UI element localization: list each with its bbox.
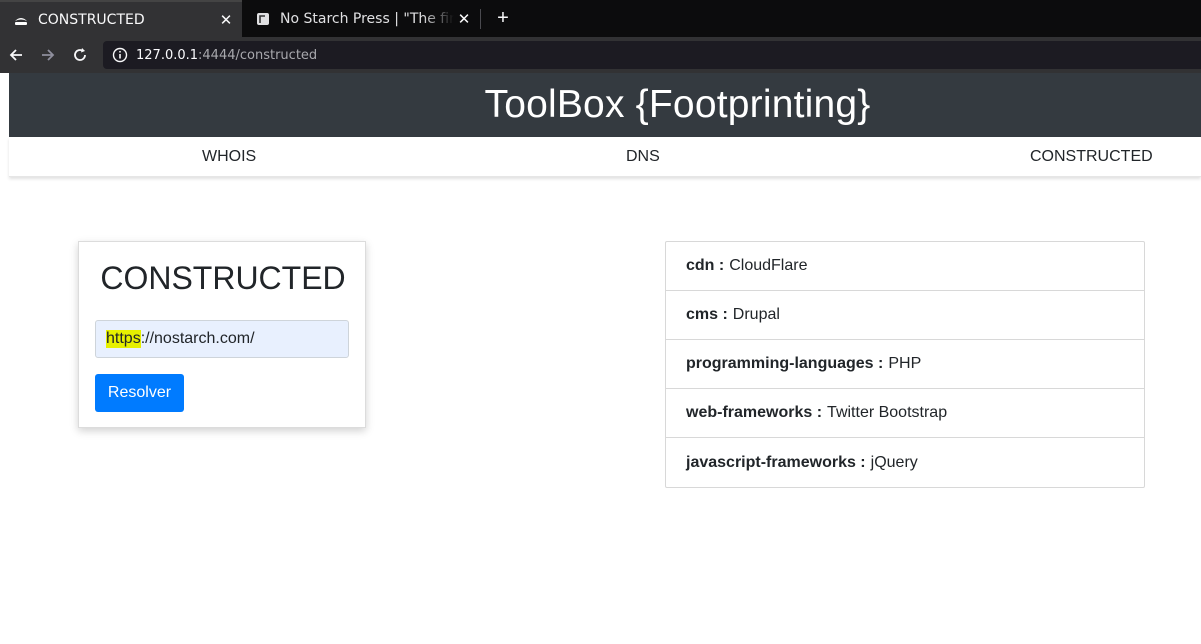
- browser-nav-bar: 127.0.0.1:4444/constructed: [0, 37, 1201, 73]
- page-content: ToolBox {Footprinting} WHOIS DNS CONSTRU…: [0, 73, 1201, 644]
- url-text: 127.0.0.1:4444/constructed: [136, 48, 317, 63]
- result-key: javascript-frameworks :: [686, 453, 866, 471]
- card-title: CONSTRUCTED: [100, 260, 346, 296]
- new-tab-plus-icon[interactable]: +: [492, 7, 514, 29]
- list-item: programming-languages : PHP: [666, 340, 1144, 389]
- result-value: Drupal: [732, 306, 780, 323]
- menu-item-whois[interactable]: WHOIS: [202, 148, 256, 166]
- tab-separator: [480, 9, 481, 29]
- input-text: ://nostarch.com/: [140, 330, 255, 347]
- result-key: programming-languages :: [686, 355, 884, 372]
- list-item: cdn : CloudFlare: [666, 242, 1144, 291]
- reload-icon[interactable]: [69, 44, 91, 66]
- result-key: cms :: [686, 306, 728, 323]
- site-info-icon[interactable]: [112, 47, 128, 63]
- tab-title: No Starch Press | "The finest in geek en…: [280, 10, 454, 27]
- address-bar[interactable]: 127.0.0.1:4444/constructed: [103, 41, 1201, 69]
- url-host: 127.0.0.1: [136, 47, 199, 63]
- close-tab-icon[interactable]: ✕: [454, 10, 474, 28]
- site-favicon-icon: [14, 13, 28, 27]
- tab-title: CONSTRUCTED: [38, 11, 145, 28]
- menu-item-constructed[interactable]: CONSTRUCTED: [1030, 148, 1153, 166]
- url-path: :4444/constructed: [198, 47, 318, 63]
- hero-header: ToolBox {Footprinting}: [9, 73, 1201, 137]
- nostarch-favicon-icon: [256, 12, 270, 26]
- close-tab-icon[interactable]: ✕: [216, 11, 236, 29]
- results-list: cdn : CloudFlare cms : Drupal programmin…: [665, 241, 1145, 488]
- input-highlighted-text: https: [106, 330, 141, 348]
- result-value: jQuery: [870, 453, 918, 471]
- list-item: cms : Drupal: [666, 291, 1144, 340]
- tab-nostarch[interactable]: No Starch Press | "The finest in geek en…: [242, 0, 480, 37]
- top-menu: WHOIS DNS CONSTRUCTED: [9, 137, 1201, 177]
- result-value: CloudFlare: [729, 257, 808, 274]
- back-arrow-icon[interactable]: [5, 44, 27, 66]
- list-item: web-frameworks : Twitter Bootstrap: [666, 389, 1144, 438]
- menu-item-dns[interactable]: DNS: [626, 148, 660, 166]
- resolver-button[interactable]: Resolver: [95, 374, 184, 412]
- result-key: cdn :: [686, 257, 725, 274]
- result-value: PHP: [888, 355, 922, 372]
- tab-constructed[interactable]: CONSTRUCTED ✕: [0, 0, 242, 37]
- list-item: javascript-frameworks : jQuery: [666, 438, 1144, 487]
- url-input[interactable]: https://nostarch.com/: [95, 320, 349, 358]
- browser-tab-bar: CONSTRUCTED ✕ No Starch Press | "The fin…: [0, 0, 1201, 37]
- constructed-form-card: CONSTRUCTED https://nostarch.com/ Resolv…: [78, 241, 366, 428]
- forward-arrow-icon[interactable]: [37, 44, 59, 66]
- result-key: web-frameworks :: [686, 404, 823, 421]
- page-title: ToolBox {Footprinting}: [484, 83, 871, 126]
- result-value: Twitter Bootstrap: [827, 404, 948, 421]
